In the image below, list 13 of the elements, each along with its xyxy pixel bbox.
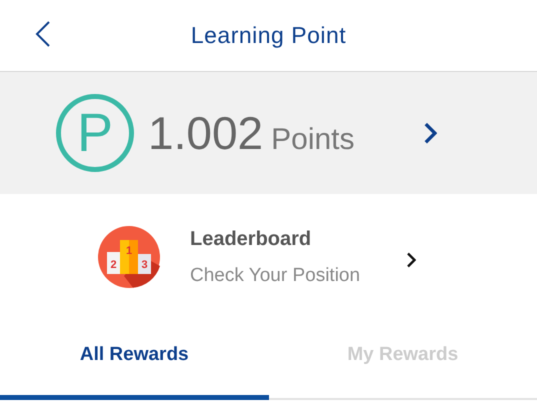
podium-icon: 2 1 3	[98, 226, 160, 288]
points-link[interactable]	[422, 122, 437, 144]
leaderboard-link[interactable]	[406, 252, 416, 268]
points-unit: Points	[271, 123, 355, 157]
chevron-right-icon	[406, 252, 416, 268]
tab[interactable]: All Rewards	[0, 320, 268, 400]
leaderboard-subtitle: Check Your Position	[190, 264, 360, 286]
back-icon[interactable]	[34, 20, 51, 48]
points-badge: P	[56, 94, 134, 172]
points-value: 1.002	[148, 106, 264, 160]
chevron-right-icon	[422, 122, 437, 144]
screen-title: Learning Point	[190, 22, 346, 49]
leaderboard-title: Leaderboard	[190, 228, 312, 250]
